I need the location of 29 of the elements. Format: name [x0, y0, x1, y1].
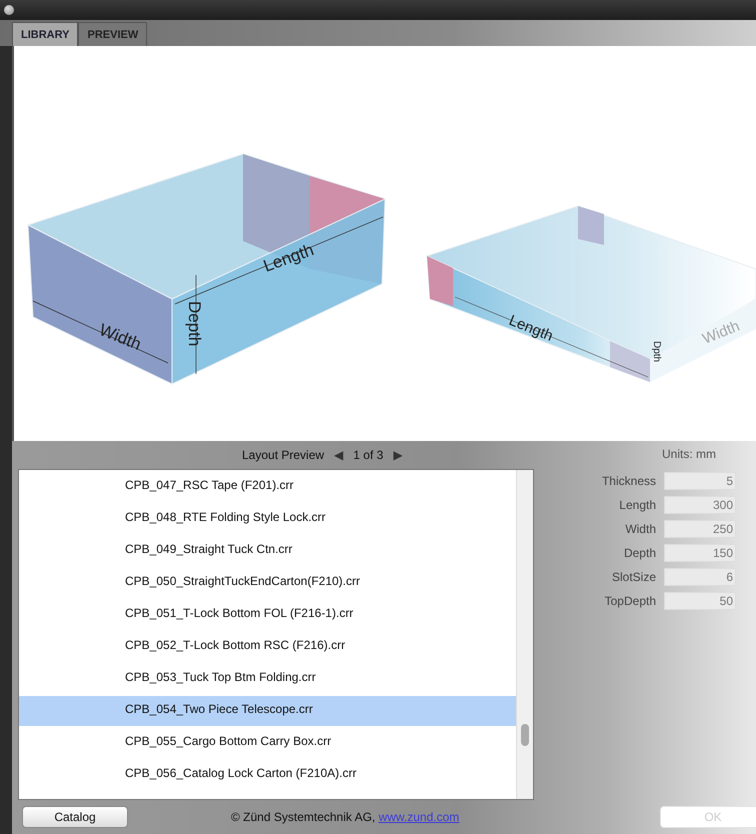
parameter-label: TopDepth [604, 594, 656, 608]
copyright-text: © Zünd Systemtechnik AG, [231, 810, 376, 824]
parameter-label: SlotSize [612, 570, 656, 584]
file-list-item[interactable]: CPB_047_RSC Tape (F201).crr [19, 472, 516, 502]
parameter-label: Width [625, 522, 656, 536]
parameter-label: Length [619, 498, 656, 512]
scrollbar[interactable] [516, 470, 533, 799]
file-list-item[interactable]: CPB_055_Cargo Bottom Carry Box.crr [19, 728, 516, 758]
page-indicator: 1 of 3 [353, 448, 384, 462]
close-icon[interactable] [4, 5, 14, 15]
file-list-item[interactable]: CPB_050_StraightTuckEndCarton(F210).crr [19, 568, 516, 598]
next-page-button[interactable]: ▶ [393, 448, 403, 462]
previous-page-button[interactable]: ◀ [334, 448, 344, 462]
file-list-item[interactable]: CPB_052_T-Lock Bottom RSC (F216).crr [19, 632, 516, 662]
box-drawing: Width Depth Length [26, 153, 386, 385]
file-list-item[interactable]: CPB_051_T-Lock Bottom FOL (F216-1).crr [19, 600, 516, 630]
layout-preview-label: Layout Preview [242, 448, 324, 462]
file-list-item[interactable]: CPB_054_Two Piece Telescope.crr [19, 696, 516, 726]
catalog-button[interactable]: Catalog [22, 806, 128, 828]
units-label: Units: mm [661, 447, 717, 463]
file-list-item[interactable]: CPB_048_RTE Folding Style Lock.crr [19, 504, 516, 534]
file-list-item[interactable]: CPB_049_Straight Tuck Ctn.crr [19, 536, 516, 566]
file-list-item[interactable]: CPB_056_Catalog Lock Carton (F210A).crr [19, 760, 516, 790]
parameter-label: Thickness [602, 474, 656, 488]
parameter-label: Depth [624, 546, 656, 560]
file-list-item[interactable]: CPB_053_Tuck Top Btm Folding.crr [19, 664, 516, 694]
tab[interactable]: PREVIEW [78, 22, 148, 46]
tab[interactable]: LIBRARY [12, 22, 78, 46]
scrollbar-thumb[interactable] [521, 724, 529, 746]
